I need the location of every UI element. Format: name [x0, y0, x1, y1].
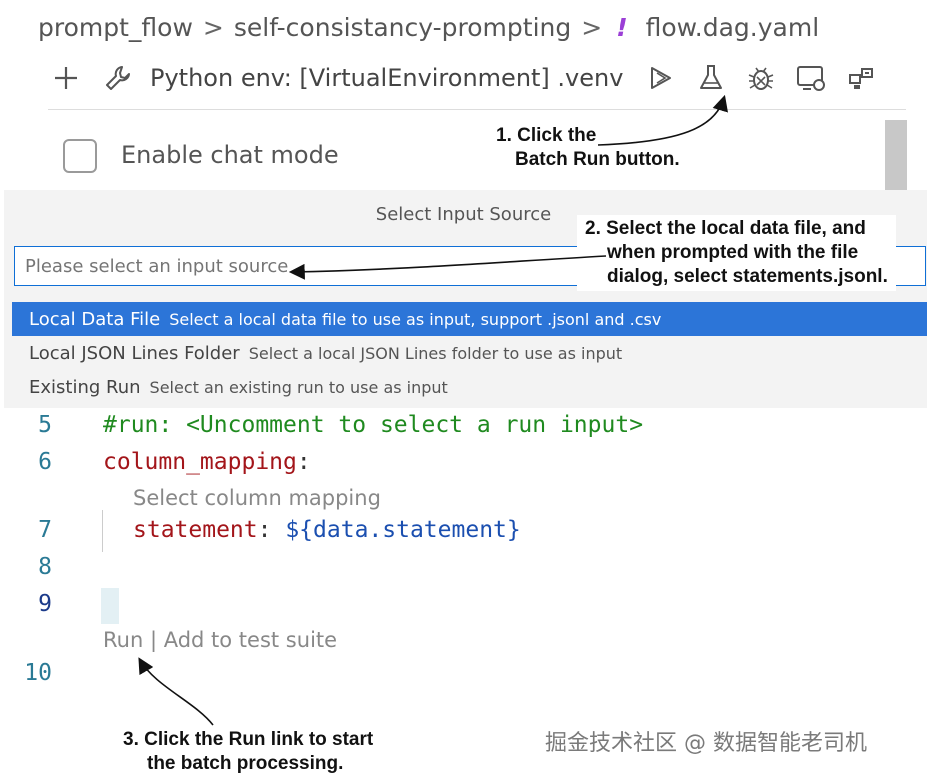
annotation-arrows: [138, 94, 728, 726]
arrow-2: [288, 255, 607, 280]
arrow-3: [138, 657, 214, 726]
arrow-1: [597, 94, 728, 146]
